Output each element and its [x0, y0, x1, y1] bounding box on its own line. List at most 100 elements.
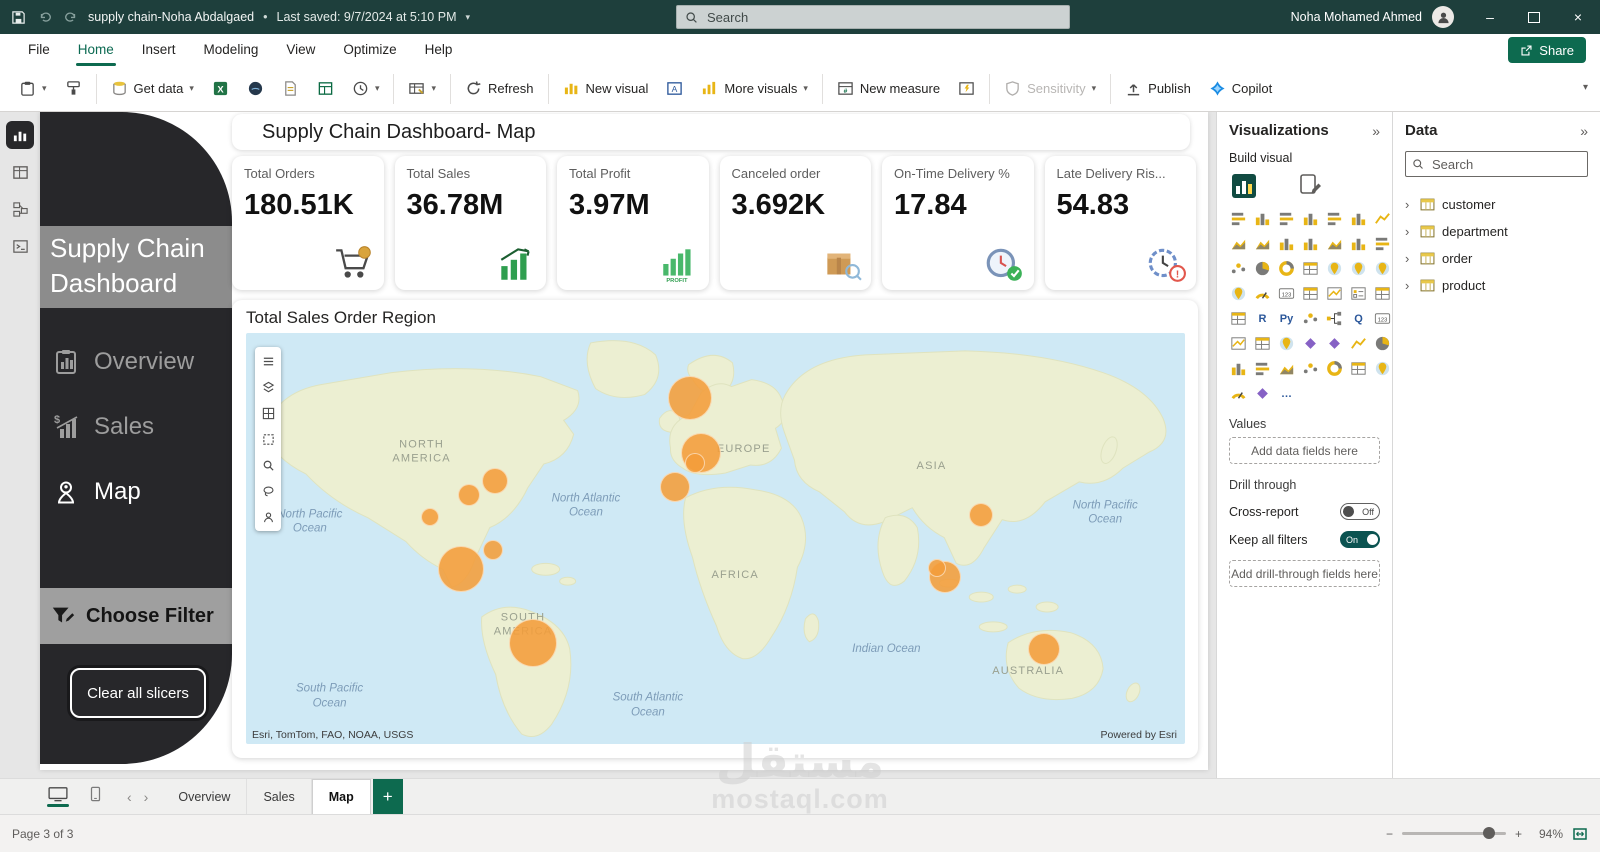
excel-workbook-button[interactable]: X — [203, 71, 238, 107]
map-bubble[interactable] — [1028, 633, 1061, 666]
title-dropdown-icon[interactable]: ▾ — [465, 12, 470, 22]
next-page-icon[interactable]: › — [144, 789, 149, 805]
table-view-button[interactable] — [6, 158, 34, 186]
model-view-button[interactable] — [6, 195, 34, 223]
qna-visual-icon[interactable]: Q — [1349, 309, 1368, 328]
kpi-icon[interactable] — [1325, 284, 1344, 303]
map-menu-icon[interactable] — [260, 353, 276, 369]
minimize-button[interactable]: – — [1468, 0, 1512, 34]
save-icon[interactable] — [10, 9, 27, 26]
choose-filter-header[interactable]: Choose Filter — [40, 588, 232, 644]
clustered-column-chart-icon[interactable] — [1301, 209, 1320, 228]
hundred-percent-stacked-column-chart-icon[interactable] — [1349, 209, 1368, 228]
prev-page-icon[interactable]: ‹ — [127, 789, 132, 805]
table-item-department[interactable]: › department — [1405, 218, 1588, 245]
custom-visual-3-icon[interactable] — [1229, 359, 1248, 378]
desktop-layout-button[interactable] — [46, 786, 70, 807]
custom-visual-6-icon[interactable] — [1301, 359, 1320, 378]
map-powered-by[interactable]: Powered by Esri — [1101, 729, 1177, 741]
custom-visual-5-icon[interactable] — [1277, 359, 1296, 378]
chevron-right-icon[interactable]: › — [1405, 224, 1413, 239]
share-button[interactable]: Share — [1508, 37, 1586, 63]
chevron-right-icon[interactable]: › — [1405, 197, 1413, 212]
line-and-clustered-column-chart-icon[interactable] — [1301, 234, 1320, 253]
more-visuals-button[interactable]: More visuals ▾ — [692, 71, 817, 107]
menu-insert[interactable]: Insert — [128, 34, 190, 66]
line-chart-icon[interactable] — [1373, 209, 1392, 228]
redo-icon[interactable] — [62, 9, 79, 26]
map-person-icon[interactable] — [260, 509, 276, 525]
stacked-bar-chart-icon[interactable] — [1229, 209, 1248, 228]
data-search-input[interactable] — [1430, 155, 1600, 173]
card-icon[interactable]: 123 — [1277, 284, 1296, 303]
custom-visual-1-icon[interactable] — [1349, 334, 1368, 353]
new-visual-button[interactable]: New visual — [554, 71, 658, 107]
dax-query-view-button[interactable] — [6, 232, 34, 260]
map-bubble[interactable] — [482, 539, 503, 560]
paginated-report-icon[interactable] — [1253, 334, 1272, 353]
shape-map-icon[interactable] — [1373, 259, 1392, 278]
map-icon[interactable] — [1325, 259, 1344, 278]
map-bubble[interactable] — [684, 452, 705, 473]
kpi-late-delivery-risk[interactable]: Late Delivery Ris... 54.83 ! — [1044, 156, 1196, 290]
decomposition-tree-icon[interactable] — [1325, 309, 1344, 328]
dataverse-button[interactable] — [308, 71, 343, 107]
map-bubble[interactable] — [668, 376, 713, 421]
collapse-data-panel-icon[interactable]: » — [1580, 123, 1588, 139]
fit-to-page-button[interactable] — [1572, 826, 1588, 842]
avatar[interactable] — [1432, 6, 1454, 28]
kpi-total-orders[interactable]: Total Orders 180.51K — [232, 156, 384, 290]
key-influencers-icon[interactable] — [1301, 309, 1320, 328]
matrix-icon[interactable] — [1229, 309, 1248, 328]
treemap-icon[interactable] — [1301, 259, 1320, 278]
stacked-column-chart-icon[interactable] — [1253, 209, 1272, 228]
custom-visual-2-icon[interactable] — [1373, 334, 1392, 353]
azure-map-icon[interactable] — [1229, 284, 1248, 303]
undo-icon[interactable] — [36, 9, 53, 26]
sidebar-item-sales[interactable]: $ Sales — [40, 403, 232, 451]
funnel-chart-icon[interactable] — [1373, 234, 1392, 253]
format-visual-tab[interactable] — [1297, 173, 1323, 199]
menu-modeling[interactable]: Modeling — [190, 34, 273, 66]
custom-visual-11-icon[interactable] — [1253, 384, 1272, 403]
keep-all-filters-toggle[interactable]: On — [1340, 531, 1380, 548]
onelake-data-hub-button[interactable] — [238, 71, 273, 107]
sidebar-item-overview[interactable]: Overview — [40, 338, 232, 386]
recent-sources-button[interactable]: ▾ — [343, 71, 389, 107]
publish-button[interactable]: Publish — [1116, 71, 1200, 107]
map-bubble[interactable] — [969, 502, 994, 527]
custom-visual-8-icon[interactable] — [1349, 359, 1368, 378]
slicer-icon[interactable] — [1349, 284, 1368, 303]
add-page-button[interactable]: + — [372, 779, 403, 814]
metrics-icon[interactable] — [1229, 334, 1248, 353]
maximize-button[interactable] — [1512, 0, 1556, 34]
zoom-in-button[interactable]: + — [1515, 827, 1522, 841]
global-search-box[interactable] — [676, 5, 1070, 29]
power-apps-visual-icon[interactable] — [1301, 334, 1320, 353]
chevron-right-icon[interactable]: › — [1405, 251, 1413, 266]
map-bubble[interactable] — [481, 467, 508, 494]
custom-visual-4-icon[interactable] — [1253, 359, 1272, 378]
table-item-product[interactable]: › product — [1405, 272, 1588, 299]
values-field-well[interactable]: Add data fields here — [1229, 437, 1380, 464]
map-basemap-icon[interactable] — [260, 405, 276, 421]
waterfall-chart-icon[interactable] — [1349, 234, 1368, 253]
cross-report-toggle[interactable]: Off — [1340, 503, 1380, 520]
chevron-right-icon[interactable]: › — [1405, 278, 1413, 293]
mobile-layout-button[interactable] — [90, 786, 101, 802]
arcgis-map-icon[interactable] — [1277, 334, 1296, 353]
power-automate-visual-icon[interactable] — [1325, 334, 1344, 353]
line-and-stacked-column-chart-icon[interactable] — [1277, 234, 1296, 253]
map-bubble[interactable] — [421, 507, 440, 526]
map-visual-card[interactable]: Total Sales Order Region NORTH AMERICA E… — [232, 300, 1198, 758]
transform-data-button[interactable]: ▾ — [399, 71, 445, 107]
zoom-slider[interactable] — [1401, 827, 1506, 839]
hundred-percent-stacked-bar-chart-icon[interactable] — [1325, 209, 1344, 228]
format-painter-button[interactable] — [56, 71, 91, 107]
more-options-icon[interactable]: … — [1277, 384, 1296, 403]
table-item-customer[interactable]: › customer — [1405, 191, 1588, 218]
report-title-card[interactable]: Supply Chain Dashboard- Map — [232, 114, 1190, 150]
table-icon[interactable] — [1373, 284, 1392, 303]
ribbon-chart-icon[interactable] — [1325, 234, 1344, 253]
menu-help[interactable]: Help — [411, 34, 467, 66]
